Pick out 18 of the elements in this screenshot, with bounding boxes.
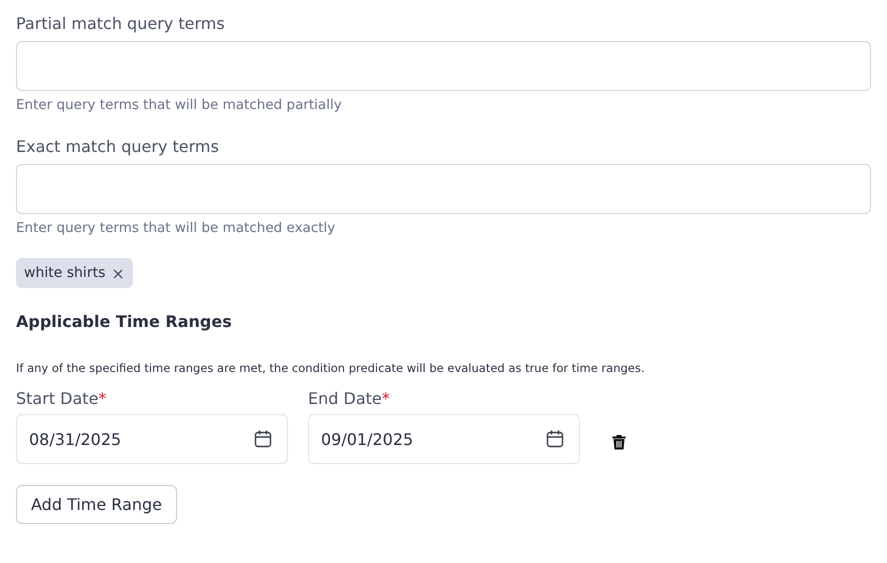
calendar-icon[interactable] [545,429,565,449]
date-label: Start Date* [16,389,108,408]
field-hint: Enter query terms that will be matched exactly [16,220,336,236]
field-label: Partial match query terms [16,14,226,33]
section-heading: Applicable Time Ranges [16,312,233,331]
trash-icon[interactable] [612,434,626,450]
remove-tag-button[interactable]: × [111,264,125,282]
section-description: If any of the specified time ranges are met, the condition predicate will be evaluated as true for time ranges. [16,361,646,375]
tag-label: white shirts [24,265,106,281]
field-hint: Enter query terms that will be matched partially [16,97,343,113]
date-field[interactable]: 08/31/2025 [16,414,288,464]
date-label: End Date* [308,389,391,408]
add-time-range-button[interactable]: Add Time Range [16,485,178,524]
field-label: Exact match query terms [16,137,220,156]
calendar-icon[interactable] [253,429,273,449]
date-field[interactable]: 09/01/2025 [308,414,580,464]
input-field[interactable] [16,164,871,214]
input-field[interactable] [16,41,871,91]
